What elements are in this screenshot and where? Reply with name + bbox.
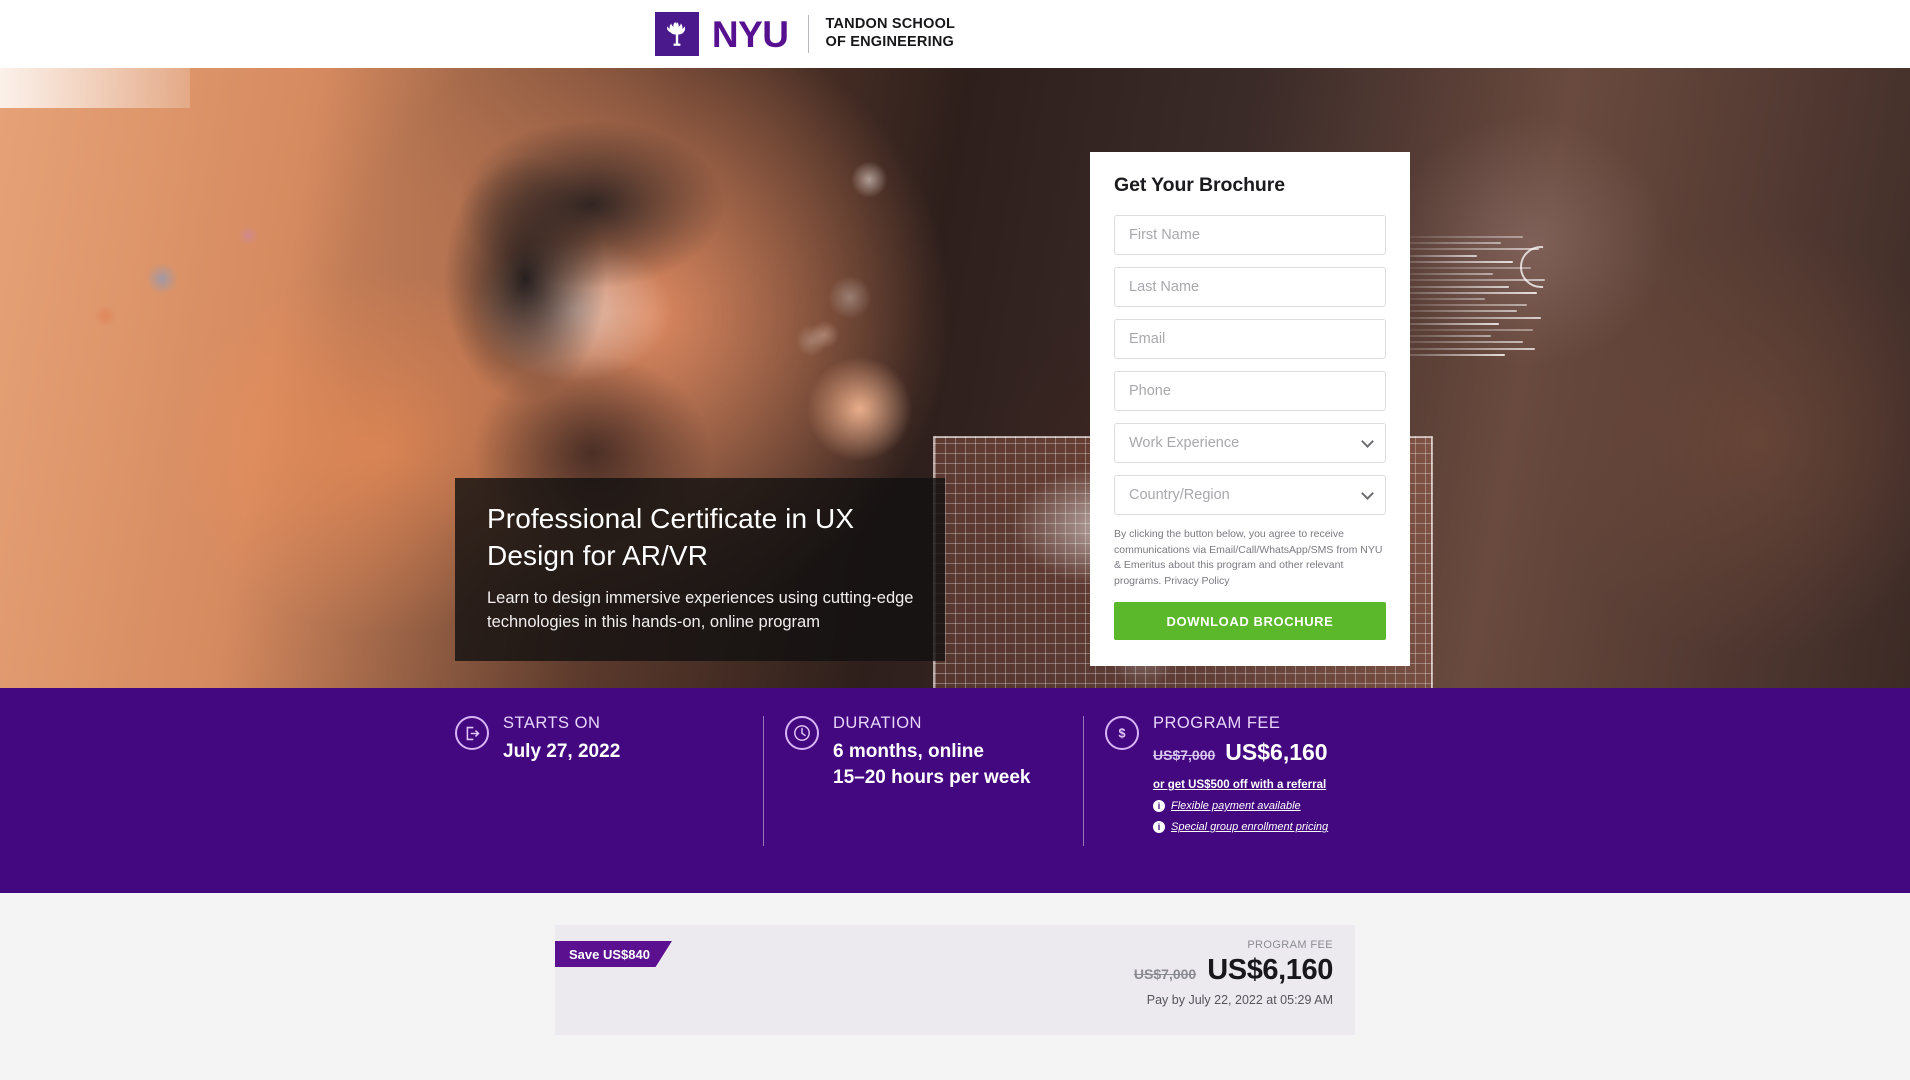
first-name-input[interactable] [1114,215,1386,255]
starts-on-label: STARTS ON [503,714,601,732]
work-experience-select-wrap: Work Experience [1114,423,1386,463]
price-card-details: PROGRAM FEE US$7,000 US$6,160 Pay by Jul… [1134,939,1333,1007]
logo-wordmark: NYU [711,13,789,55]
hero-text-card: Professional Certificate in UX Design fo… [455,478,945,662]
dollar-icon: $ [1105,716,1139,750]
info-duration: DURATION 6 months, online 15–20 hours pe… [763,714,1095,846]
calendar-enter-icon [455,716,489,750]
site-header: NYU TANDON SCHOOL OF ENGINEERING [0,0,1910,68]
program-fee-old-price: US$7,000 [1153,747,1216,764]
price-card-fee-label: PROGRAM FEE [1247,939,1333,951]
nyu-torch-icon [654,12,699,56]
duration-line-1: 6 months, online [833,741,984,763]
price-card-pay-by: Pay by July 22, 2022 at 05:29 AM [1146,993,1333,1007]
program-fee-label: PROGRAM FEE [1153,714,1281,732]
program-info-bar: STARTS ON July 27, 2022 DURATION 6 month… [0,688,1910,893]
info-divider [763,716,764,846]
form-legal-body: By clicking the button below, you agree … [1114,528,1383,587]
last-name-input[interactable] [1114,267,1386,307]
pricing-section: Save US$840 PROGRAM FEE US$7,000 US$6,16… [0,893,1910,1035]
brochure-form: Get Your Brochure Work Experience Countr… [1090,152,1410,667]
duration-line-2: 15–20 hours per week [833,767,1031,789]
program-fee-new-price: US$6,160 [1225,739,1328,766]
hero-section: Professional Certificate in UX Design fo… [0,68,1910,688]
info-program-fee: $ PROGRAM FEE US$7,000 US$6,160 or get U… [1083,714,1435,846]
price-card-amounts: US$7,000 US$6,160 [1134,954,1333,987]
email-input[interactable] [1114,319,1386,359]
clock-icon [785,716,819,750]
logo-subtitle: TANDON SCHOOL OF ENGINEERING [825,16,956,50]
group-enrollment-label: Special group enrollment pricing [1171,821,1329,834]
info-icon: i [1153,800,1165,813]
duration-label: DURATION [833,714,922,732]
page-subtitle: Learn to design immersive experiences us… [487,589,914,632]
flexible-payment-label: Flexible payment available [1171,800,1301,813]
savings-badge: Save US$840 [555,941,672,967]
hero-top-light-strip [0,68,190,108]
logo-divider [807,15,809,53]
form-legal-text: By clicking the button below, you agree … [1114,527,1386,589]
price-card-new-price: US$6,160 [1207,954,1333,986]
info-icon: i [1153,821,1165,834]
price-card-old-price: US$7,000 [1133,966,1197,982]
country-region-select-wrap: Country/Region [1114,475,1386,515]
flexible-payment-link[interactable]: i Flexible payment available [1153,800,1328,813]
work-experience-select[interactable]: Work Experience [1114,423,1386,463]
starts-on-value: July 27, 2022 [503,741,621,763]
country-region-select[interactable]: Country/Region [1114,475,1386,515]
price-card: Save US$840 PROGRAM FEE US$7,000 US$6,16… [555,925,1355,1035]
form-title: Get Your Brochure [1114,174,1285,196]
svg-text:$: $ [1118,727,1125,741]
privacy-policy-link[interactable]: Privacy Policy [1164,575,1229,587]
nyu-tandon-logo[interactable]: NYU TANDON SCHOOL OF ENGINEERING [654,12,956,56]
program-fee-prices: US$7,000 US$6,160 [1153,739,1328,766]
referral-discount-link[interactable]: or get US$500 off with a referral [1153,779,1328,791]
phone-input[interactable] [1114,371,1386,411]
info-divider [1083,716,1084,846]
page-title: Professional Certificate in UX Design fo… [487,503,855,572]
info-starts-on: STARTS ON July 27, 2022 [455,714,755,765]
group-enrollment-link[interactable]: i Special group enrollment pricing [1153,821,1329,834]
download-brochure-button[interactable]: DOWNLOAD BROCHURE [1114,602,1386,641]
